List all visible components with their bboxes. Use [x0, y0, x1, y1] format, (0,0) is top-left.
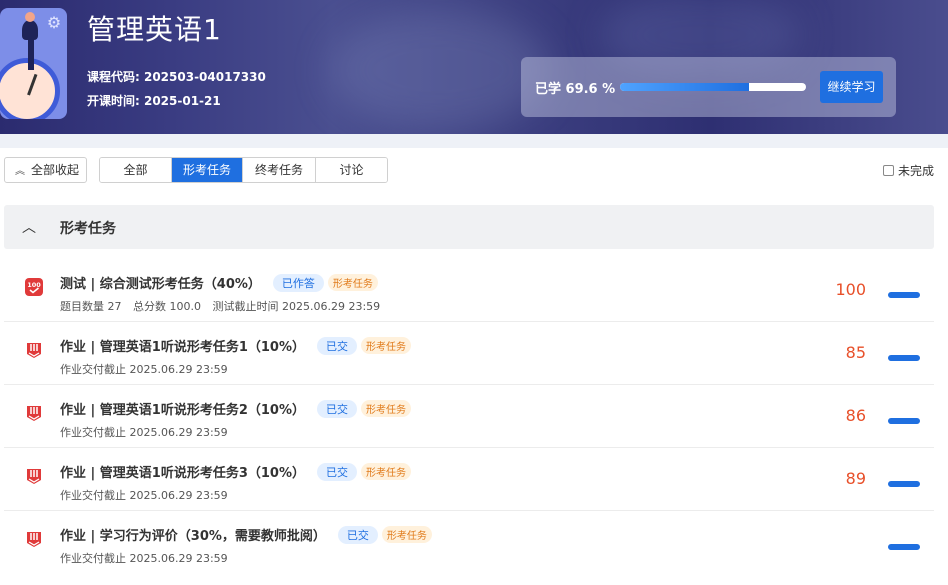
course-banner: ⚙ 管理英语1 课程代码: 202503-04017330 开课时间: 2025… [0, 0, 948, 134]
chevron-up-icon[interactable]: ︿ [22, 217, 36, 237]
progress-panel: 已学 69.6 % 继续学习 [521, 57, 896, 117]
deadline: 作业交付截止 2025.06.29 23:59 [60, 426, 228, 439]
task-row[interactable]: 作业 | 管理英语1听说形考任务2（10%） 已交 形考任务 作业交付截止 20… [4, 385, 934, 448]
total-score: 总分数 100.0 [133, 300, 201, 313]
task-score: 85 [845, 343, 866, 362]
task-row[interactable]: 作业 | 学习行为评价（30%，需要教师批阅） 已交 形考任务 作业交付截止 2… [4, 511, 934, 574]
course-cover-image: ⚙ [0, 8, 67, 119]
progress-bar [620, 83, 806, 91]
progress-label: 已学 69.6 % [535, 82, 616, 97]
tab-formative-tasks[interactable]: 形考任务 [172, 158, 243, 182]
task-meta: 作业交付截止 2025.06.29 23:59 [60, 487, 236, 503]
task-row[interactable]: 作业 | 管理英语1听说形考任务3（10%） 已交 形考任务 作业交付截止 20… [4, 448, 934, 511]
completion-bar [888, 292, 920, 298]
section-header[interactable]: ︿ 形考任务 [4, 205, 934, 249]
completion-bar [888, 481, 920, 487]
homework-icon [27, 469, 41, 484]
task-row[interactable]: 作业 | 管理英语1听说形考任务1（10%） 已交 形考任务 作业交付截止 20… [4, 322, 934, 385]
task-name[interactable]: 作业 | 管理英语1听说形考任务2（10%） [60, 399, 305, 418]
collapse-all-label: 全部收起 [31, 163, 80, 177]
status-badge: 已作答 [272, 273, 324, 292]
type-badge: 形考任务 [361, 337, 412, 354]
tab-all[interactable]: 全部 [100, 158, 172, 182]
task-score: 100 [835, 280, 866, 299]
type-badge: 形考任务 [361, 400, 412, 417]
deadline: 测试截止时间 2025.06.29 23:59 [212, 300, 381, 313]
course-title: 管理英语1 [87, 13, 222, 46]
unfinished-checkbox[interactable] [882, 165, 894, 176]
task-meta: 题目数量 27 总分数 100.0 测试截止时间 2025.06.29 23:5… [60, 298, 388, 314]
completion-bar [888, 355, 920, 361]
completion-bar [888, 544, 920, 550]
unfinished-label: 未完成 [897, 164, 934, 178]
task-row[interactable]: 100 测试 | 综合测试形考任务（40%） 已作答 形考任务 题目数量 27 … [4, 259, 934, 322]
type-badge: 形考任务 [381, 526, 432, 543]
homework-icon [27, 406, 41, 421]
task-name[interactable]: 作业 | 管理英语1听说形考任务3（10%） [60, 462, 305, 481]
deadline: 作业交付截止 2025.06.29 23:59 [60, 489, 228, 502]
gear-icon: ⚙ [46, 13, 62, 32]
task-meta: 作业交付截止 2025.06.29 23:59 [60, 361, 236, 377]
tab-final-tasks[interactable]: 终考任务 [243, 158, 316, 182]
status-badge: 已交 [317, 399, 358, 418]
double-chevron-up-icon: ︽ [15, 166, 25, 177]
unfinished-filter[interactable]: 未完成 [882, 162, 934, 179]
status-badge: 已交 [317, 462, 358, 481]
completion-bar [888, 418, 920, 424]
tab-discussion[interactable]: 讨论 [316, 158, 387, 182]
status-badge: 已交 [337, 525, 378, 544]
task-meta: 作业交付截止 2025.06.29 23:59 [60, 550, 236, 566]
homework-icon [27, 532, 41, 547]
course-code: 课程代码: 202503-04017330 [87, 70, 266, 84]
task-meta: 作业交付截止 2025.06.29 23:59 [60, 424, 236, 440]
collapse-all-button[interactable]: ︽ 全部收起 [4, 157, 87, 183]
status-badge: 已交 [317, 336, 358, 355]
deadline: 作业交付截止 2025.06.29 23:59 [60, 552, 228, 565]
homework-icon [27, 343, 41, 358]
question-count: 题目数量 27 [60, 300, 122, 313]
task-name[interactable]: 测试 | 综合测试形考任务（40%） [60, 273, 261, 292]
test-100-icon: 100 [25, 278, 43, 296]
task-score: 86 [845, 406, 866, 425]
section-title: 形考任务 [60, 221, 116, 237]
task-score: 89 [845, 469, 866, 488]
continue-learning-button[interactable]: 继续学习 [820, 71, 883, 103]
type-badge: 形考任务 [327, 274, 378, 291]
svg-text:100: 100 [27, 281, 41, 289]
filter-tabs: 全部 形考任务 终考任务 讨论 [99, 157, 388, 183]
task-name[interactable]: 作业 | 学习行为评价（30%，需要教师批阅） [60, 525, 326, 544]
task-name[interactable]: 作业 | 管理英语1听说形考任务1（10%） [60, 336, 305, 355]
course-start-date: 开课时间: 2025-01-21 [87, 94, 221, 108]
deadline: 作业交付截止 2025.06.29 23:59 [60, 363, 228, 376]
type-badge: 形考任务 [361, 463, 412, 480]
progress-fill [620, 83, 750, 91]
